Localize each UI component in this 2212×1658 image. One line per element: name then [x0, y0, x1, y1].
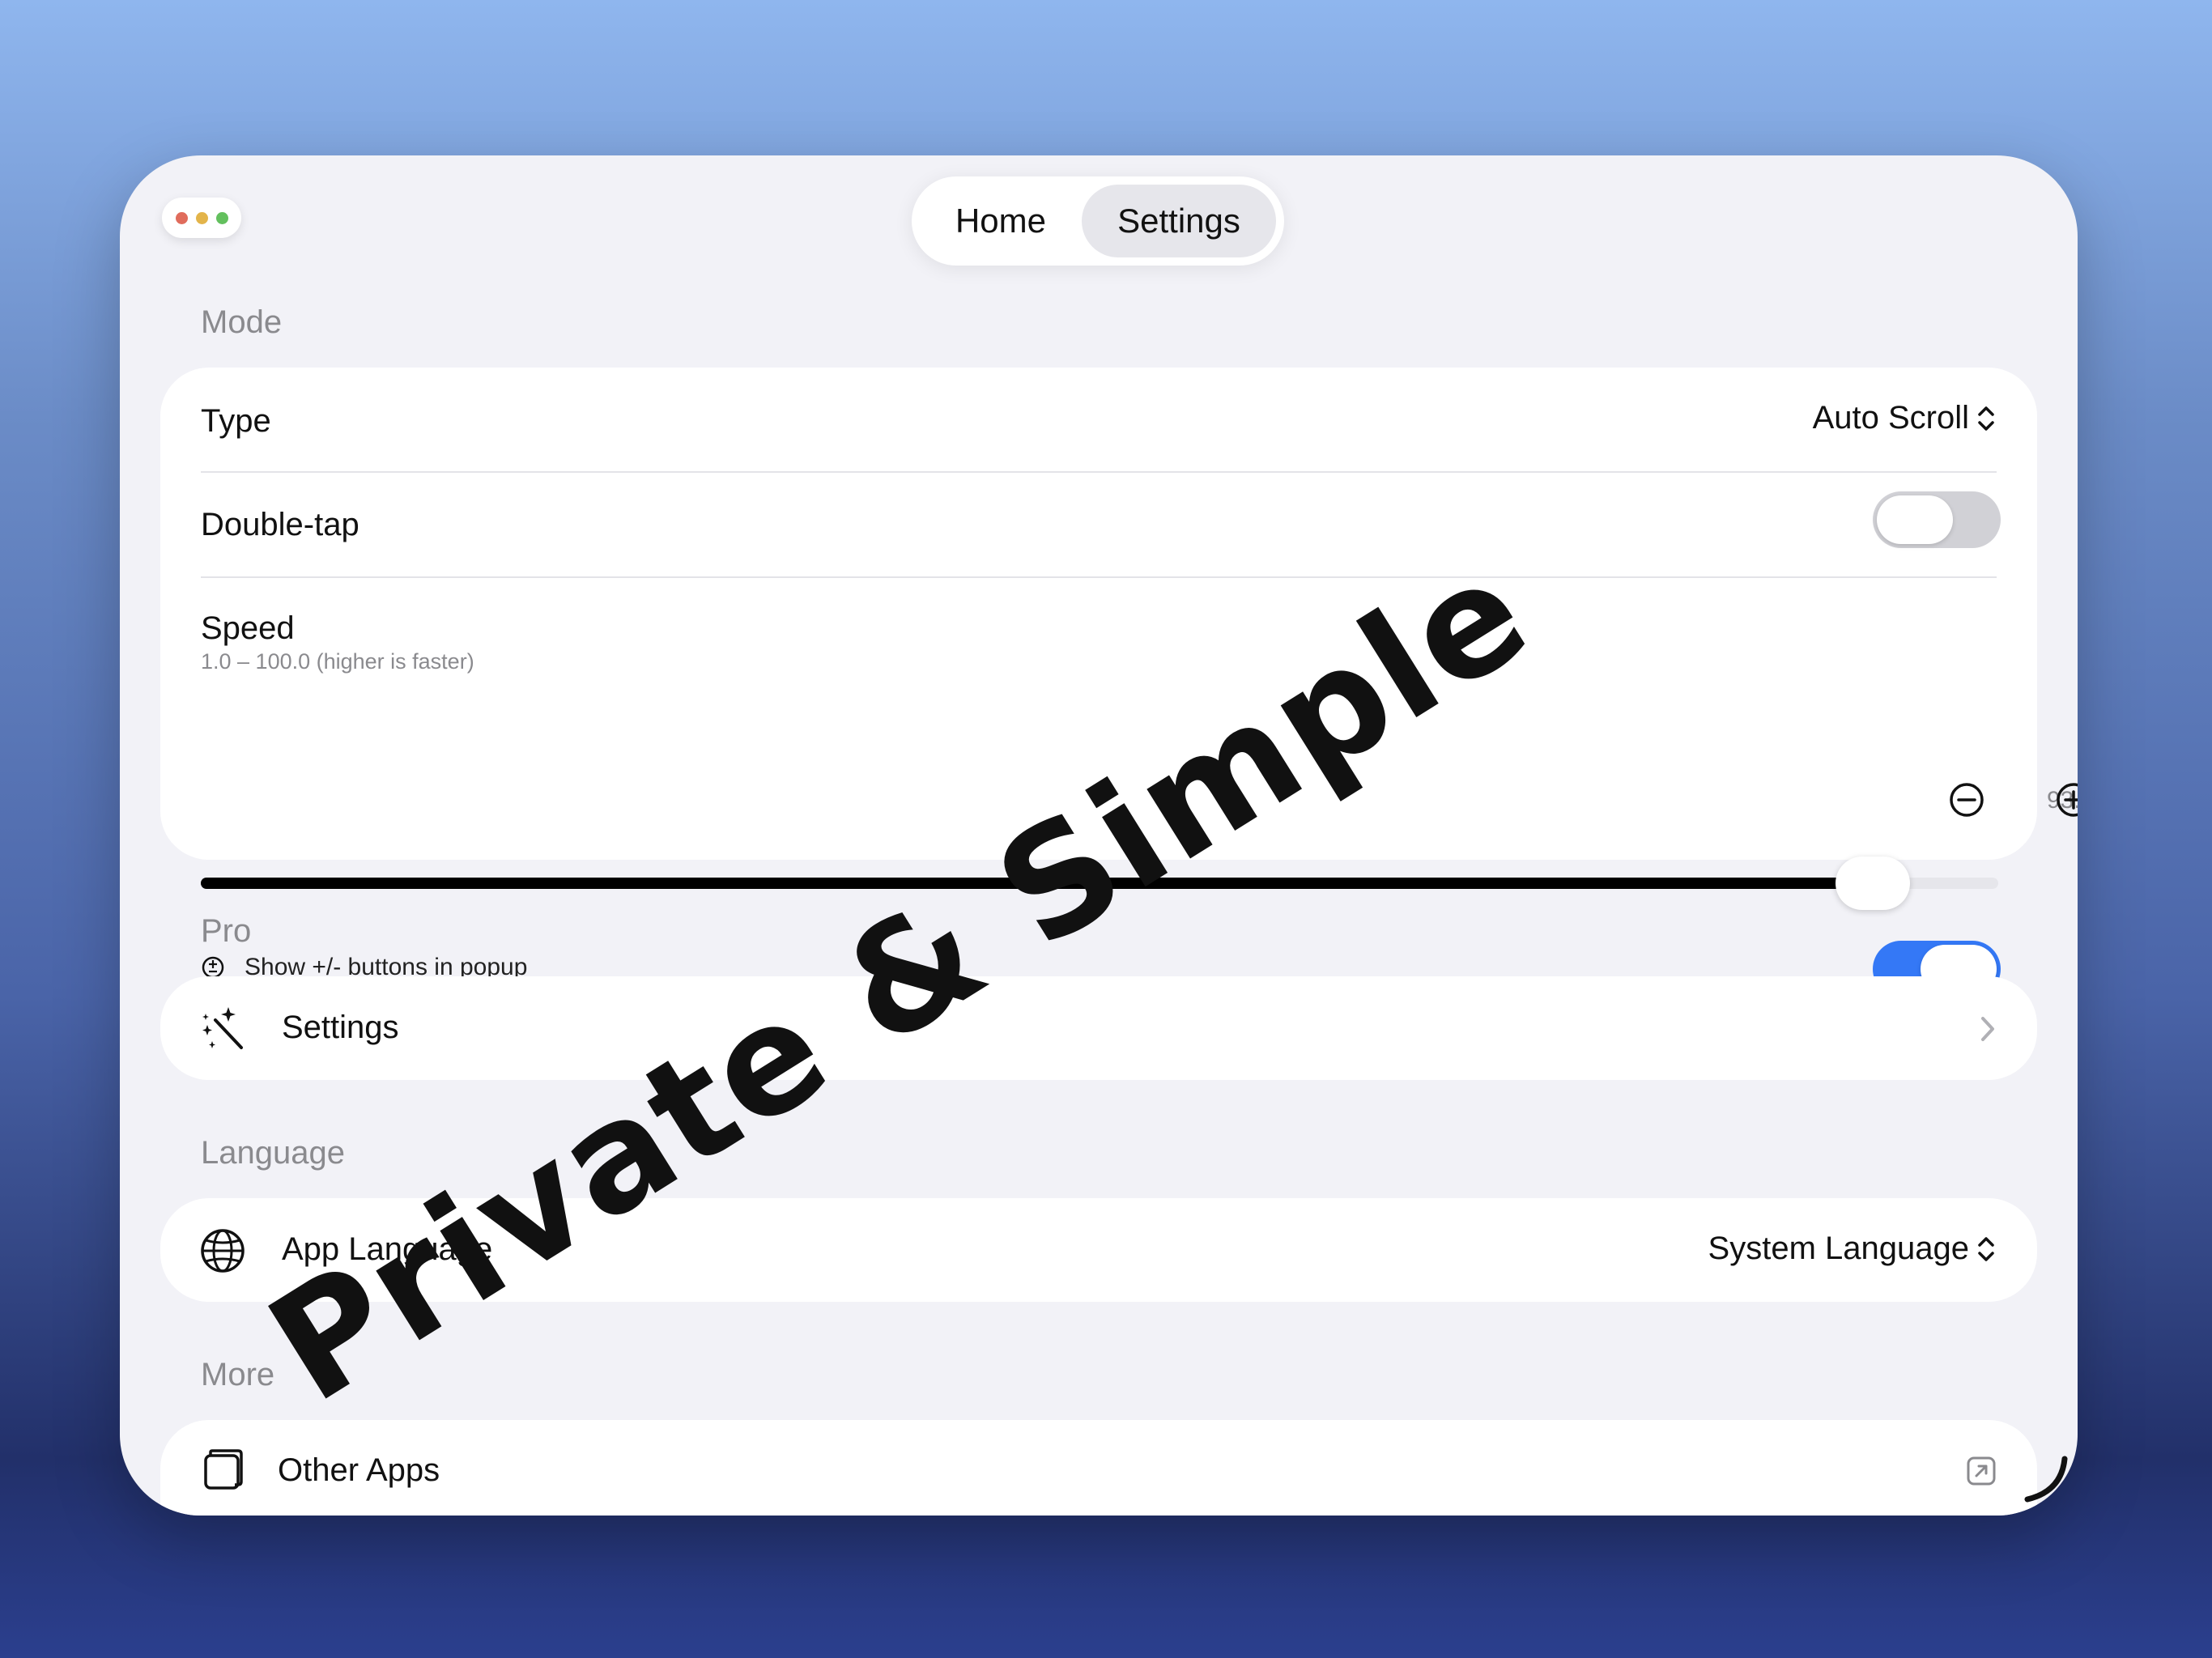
type-value: Auto Scroll: [1812, 400, 1969, 436]
window-controls[interactable]: [162, 198, 241, 238]
section-pro-label: Pro: [201, 913, 252, 949]
divider: [201, 576, 1997, 578]
app-language-picker[interactable]: System Language: [1708, 1231, 1997, 1267]
other-apps-label: Other Apps: [278, 1452, 440, 1488]
app-language-value: System Language: [1708, 1231, 1969, 1266]
minimize-dot[interactable]: [195, 211, 208, 224]
apps-stack-icon: [204, 1449, 243, 1490]
pro-settings-label: Settings: [282, 1010, 399, 1045]
type-label: Type: [201, 403, 271, 439]
globe-icon: [201, 1229, 245, 1273]
section-more-label: More: [201, 1357, 275, 1392]
section-language-label: Language: [201, 1135, 345, 1171]
magic-wand-icon: [202, 1007, 243, 1049]
zoom-dot[interactable]: [215, 211, 228, 224]
close-dot[interactable]: [175, 211, 188, 224]
chevron-right-icon: [1981, 1017, 1994, 1041]
tab-settings[interactable]: Settings: [1082, 185, 1276, 257]
chevron-up-down-icon: [1978, 406, 1994, 431]
toggle-knob: [1877, 495, 1953, 544]
minus-circle-icon[interactable]: [1948, 781, 1985, 818]
tab-home[interactable]: Home: [920, 185, 1082, 257]
tab-bar: Home Settings: [912, 176, 1284, 266]
type-picker[interactable]: Auto Scroll: [1813, 400, 1997, 436]
double-tap-label: Double-tap: [201, 507, 359, 542]
other-apps-row[interactable]: Other Apps: [160, 1420, 2037, 1516]
screen: { "tabs": {"home": "Home", "settings": "…: [0, 0, 2212, 1658]
divider: [201, 471, 1997, 473]
resize-corner-icon[interactable]: [2014, 1451, 2071, 1507]
pro-settings-row[interactable]: Settings: [160, 976, 2037, 1080]
speed-slider-thumb[interactable]: [1835, 857, 1910, 910]
external-link-icon: [1967, 1456, 1996, 1486]
speed-range-hint: 1.0 – 100.0 (higher is faster): [201, 649, 474, 674]
section-mode-label: Mode: [201, 304, 283, 340]
double-tap-toggle[interactable]: [1873, 491, 2001, 548]
plus-circle-icon[interactable]: [2055, 781, 2078, 818]
chevron-up-down-icon: [1978, 1236, 1994, 1261]
speed-label: Speed: [201, 610, 295, 646]
